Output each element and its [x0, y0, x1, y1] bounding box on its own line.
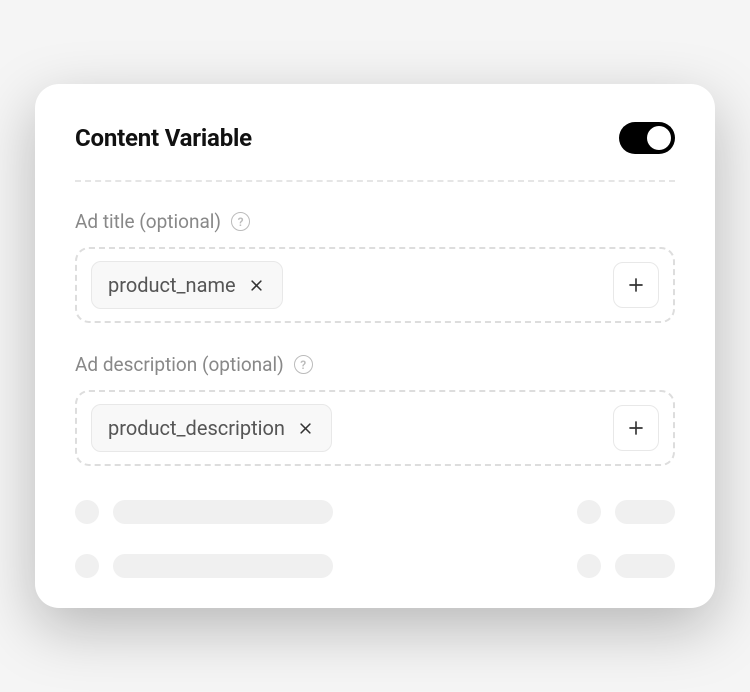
skeleton-circle — [75, 500, 99, 524]
content-variable-card: Content Variable Ad title (optional) ? p… — [35, 84, 715, 608]
ad-title-chip-text: product_name — [108, 273, 236, 297]
ad-title-field: Ad title (optional) ? product_name — [75, 210, 675, 323]
ad-title-chip-container: product_name — [75, 247, 675, 323]
ad-title-chip: product_name — [91, 261, 283, 309]
ad-description-chip-text: product_description — [108, 416, 285, 440]
skeleton-bar — [113, 554, 333, 578]
skeleton-row — [75, 554, 675, 578]
ad-description-label: Ad description (optional) — [75, 353, 284, 376]
skeleton-circle — [577, 554, 601, 578]
ad-description-field: Ad description (optional) ? product_desc… — [75, 353, 675, 466]
skeleton-bar — [113, 500, 333, 524]
skeleton-circle — [577, 500, 601, 524]
card-title: Content Variable — [75, 124, 252, 152]
skeleton-circle — [75, 554, 99, 578]
add-button[interactable] — [613, 262, 659, 308]
close-icon[interactable] — [297, 419, 315, 437]
skeleton-row — [75, 500, 675, 524]
skeleton-bar — [615, 500, 675, 524]
header-divider — [75, 180, 675, 182]
ad-title-label-row: Ad title (optional) ? — [75, 210, 675, 233]
skeleton-placeholder — [75, 500, 675, 578]
add-button[interactable] — [613, 405, 659, 451]
close-icon[interactable] — [248, 276, 266, 294]
card-header: Content Variable — [75, 122, 675, 154]
enable-toggle[interactable] — [619, 122, 675, 154]
ad-description-chip: product_description — [91, 404, 332, 452]
skeleton-bar — [615, 554, 675, 578]
help-icon[interactable]: ? — [294, 355, 313, 374]
ad-title-label: Ad title (optional) — [75, 210, 221, 233]
ad-description-chip-container: product_description — [75, 390, 675, 466]
ad-description-label-row: Ad description (optional) ? — [75, 353, 675, 376]
help-icon[interactable]: ? — [231, 212, 250, 231]
